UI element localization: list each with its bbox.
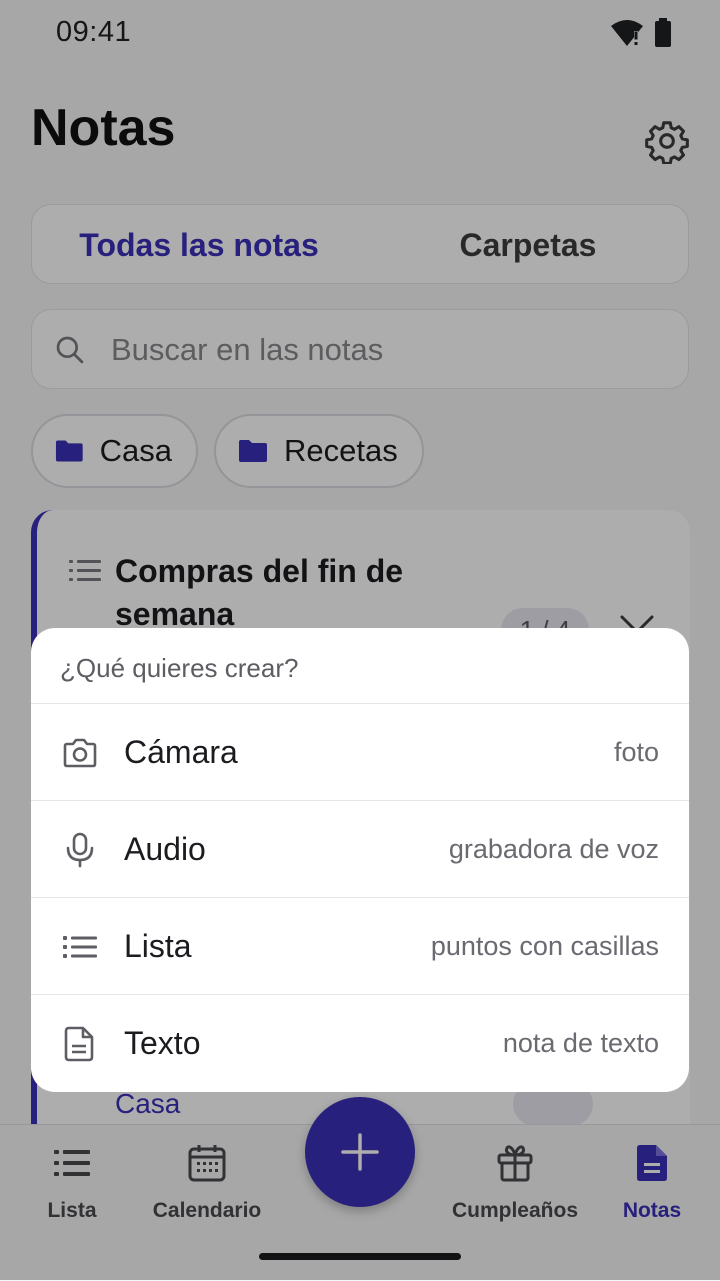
- option-text[interactable]: Texto nota de texto: [31, 995, 689, 1092]
- option-audio[interactable]: Audio grabadora de voz: [31, 801, 689, 898]
- option-list[interactable]: Lista puntos con casillas: [31, 898, 689, 995]
- list-icon: [63, 936, 97, 958]
- microphone-icon: [66, 832, 94, 868]
- option-label: Cámara: [124, 734, 238, 770]
- camera-icon: [63, 738, 97, 768]
- option-label: Texto: [124, 1025, 201, 1061]
- option-label: Lista: [124, 928, 192, 964]
- sheet-title: ¿Qué quieres crear?: [60, 653, 299, 683]
- option-camera[interactable]: Cámara foto: [31, 704, 689, 801]
- document-icon: [64, 1026, 94, 1062]
- option-description: foto: [613, 737, 659, 767]
- option-description: grabadora de voz: [448, 834, 659, 864]
- option-description: puntos con casillas: [430, 931, 659, 961]
- option-description: nota de texto: [502, 1028, 659, 1058]
- option-label: Audio: [124, 831, 206, 867]
- create-sheet: ¿Qué quieres crear? Cámara foto Audio gr…: [31, 628, 689, 1092]
